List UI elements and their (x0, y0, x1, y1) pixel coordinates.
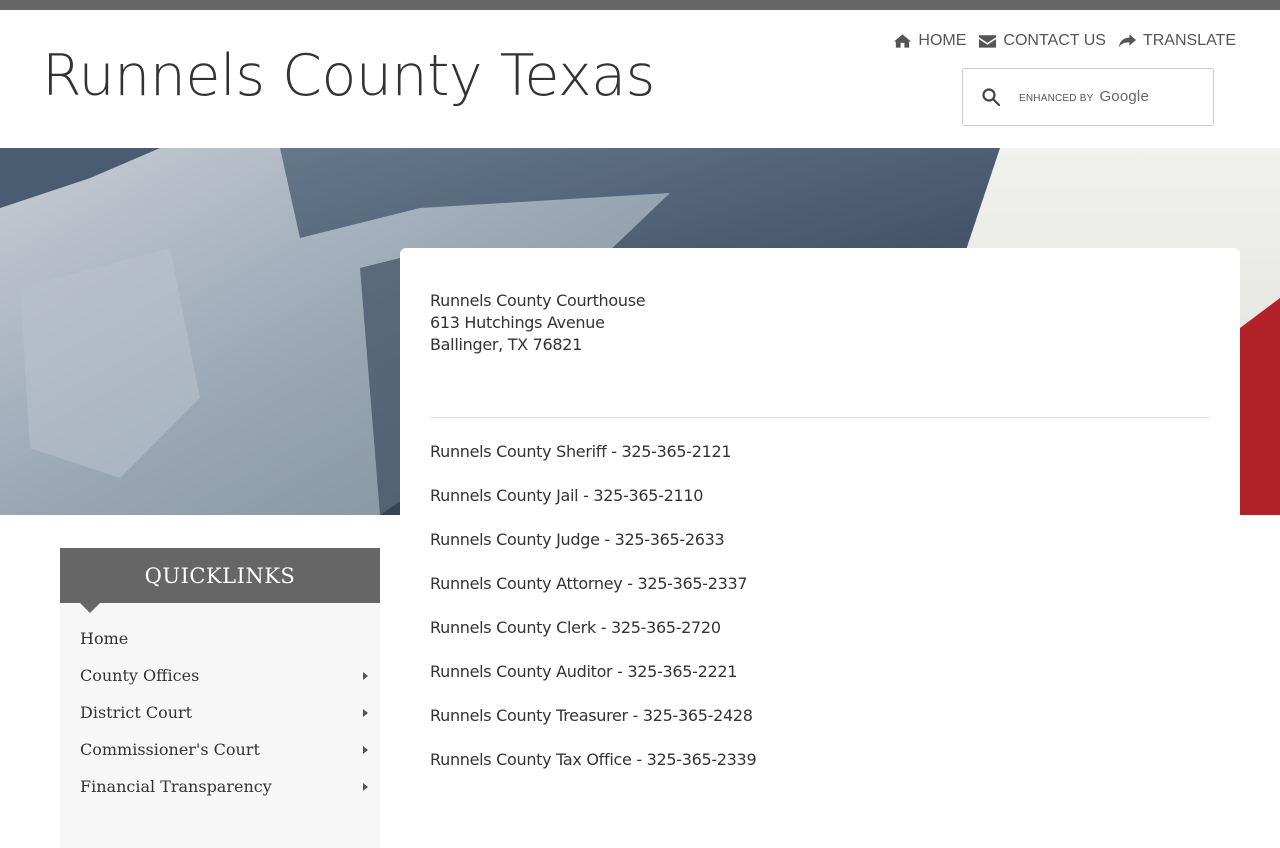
caret-right-icon[interactable] (363, 783, 368, 791)
quicklinks-heading: QUICKLINKS (60, 548, 380, 613)
quicklink-label: Commissioner's Court (80, 740, 260, 759)
home-link[interactable]: HOME (893, 32, 966, 50)
contact-info-card: Runnels County Courthouse 613 Hutchings … (400, 248, 1240, 808)
quicklink-county-offices[interactable]: County Offices (60, 657, 380, 694)
address-line-city: Ballinger, TX 76821 (430, 335, 583, 354)
address-line-street: 613 Hutchings Avenue (430, 313, 605, 332)
courthouse-address: Runnels County Courthouse 613 Hutchings … (430, 290, 646, 356)
contact-tax-office: Runnels County Tax Office - 325-365-2339 (430, 750, 757, 769)
quicklink-label: District Court (80, 703, 193, 722)
utility-nav: HOME CONTACT US TRANSLATE (893, 32, 1236, 50)
enhanced-by-label: ENHANCED BY (1019, 93, 1094, 104)
quicklink-label: Financial Transparency (80, 777, 272, 796)
contact-sheriff: Runnels County Sheriff - 325-365-2121 (430, 442, 732, 461)
caret-right-icon[interactable] (363, 746, 368, 754)
contact-jail: Runnels County Jail - 325-365-2110 (430, 486, 704, 505)
caret-right-icon[interactable] (363, 672, 368, 680)
divider (430, 417, 1210, 418)
caret-right-icon[interactable] (363, 709, 368, 717)
contact-judge: Runnels County Judge - 325-365-2633 (430, 530, 725, 549)
share-arrow-icon (1118, 34, 1136, 48)
contact-auditor: Runnels County Auditor - 325-365-2221 (430, 662, 738, 681)
quicklink-district-court[interactable]: District Court (60, 694, 380, 731)
quicklink-home[interactable]: Home (60, 620, 380, 657)
search-placeholder[interactable]: ENHANCED BY Google (1019, 88, 1149, 105)
quicklink-commissioners-court[interactable]: Commissioner's Court (60, 731, 380, 768)
contact-clerk: Runnels County Clerk - 325-365-2720 (430, 618, 721, 637)
search-box[interactable]: ENHANCED BY Google (962, 68, 1214, 126)
top-accent-bar (0, 0, 1280, 10)
google-brand-label: Google (1099, 88, 1150, 105)
home-link-label: HOME (918, 32, 967, 49)
search-icon[interactable] (981, 87, 1001, 107)
quicklink-label: County Offices (80, 666, 200, 685)
envelope-icon (979, 35, 997, 48)
phone-directory: Runnels County Sheriff - 325-365-2121 Ru… (430, 440, 757, 792)
contact-treasurer: Runnels County Treasurer - 325-365-2428 (430, 706, 753, 725)
translate-link[interactable]: TRANSLATE (1118, 32, 1236, 50)
contact-attorney: Runnels County Attorney - 325-365-2337 (430, 574, 748, 593)
site-title[interactable]: Runnels County Texas (42, 42, 655, 110)
translate-link-label: TRANSLATE (1142, 32, 1236, 49)
quicklinks-panel: QUICKLINKS Home County Offices District … (60, 548, 380, 848)
quicklink-financial-transparency[interactable]: Financial Transparency (60, 768, 380, 805)
quicklink-label: Home (80, 629, 129, 648)
quicklinks-menu: Home County Offices District Court Commi… (60, 603, 380, 805)
contact-us-link[interactable]: CONTACT US (978, 32, 1106, 50)
home-icon (894, 34, 912, 48)
address-line-name: Runnels County Courthouse (430, 291, 646, 310)
contact-us-link-label: CONTACT US (1003, 32, 1106, 49)
